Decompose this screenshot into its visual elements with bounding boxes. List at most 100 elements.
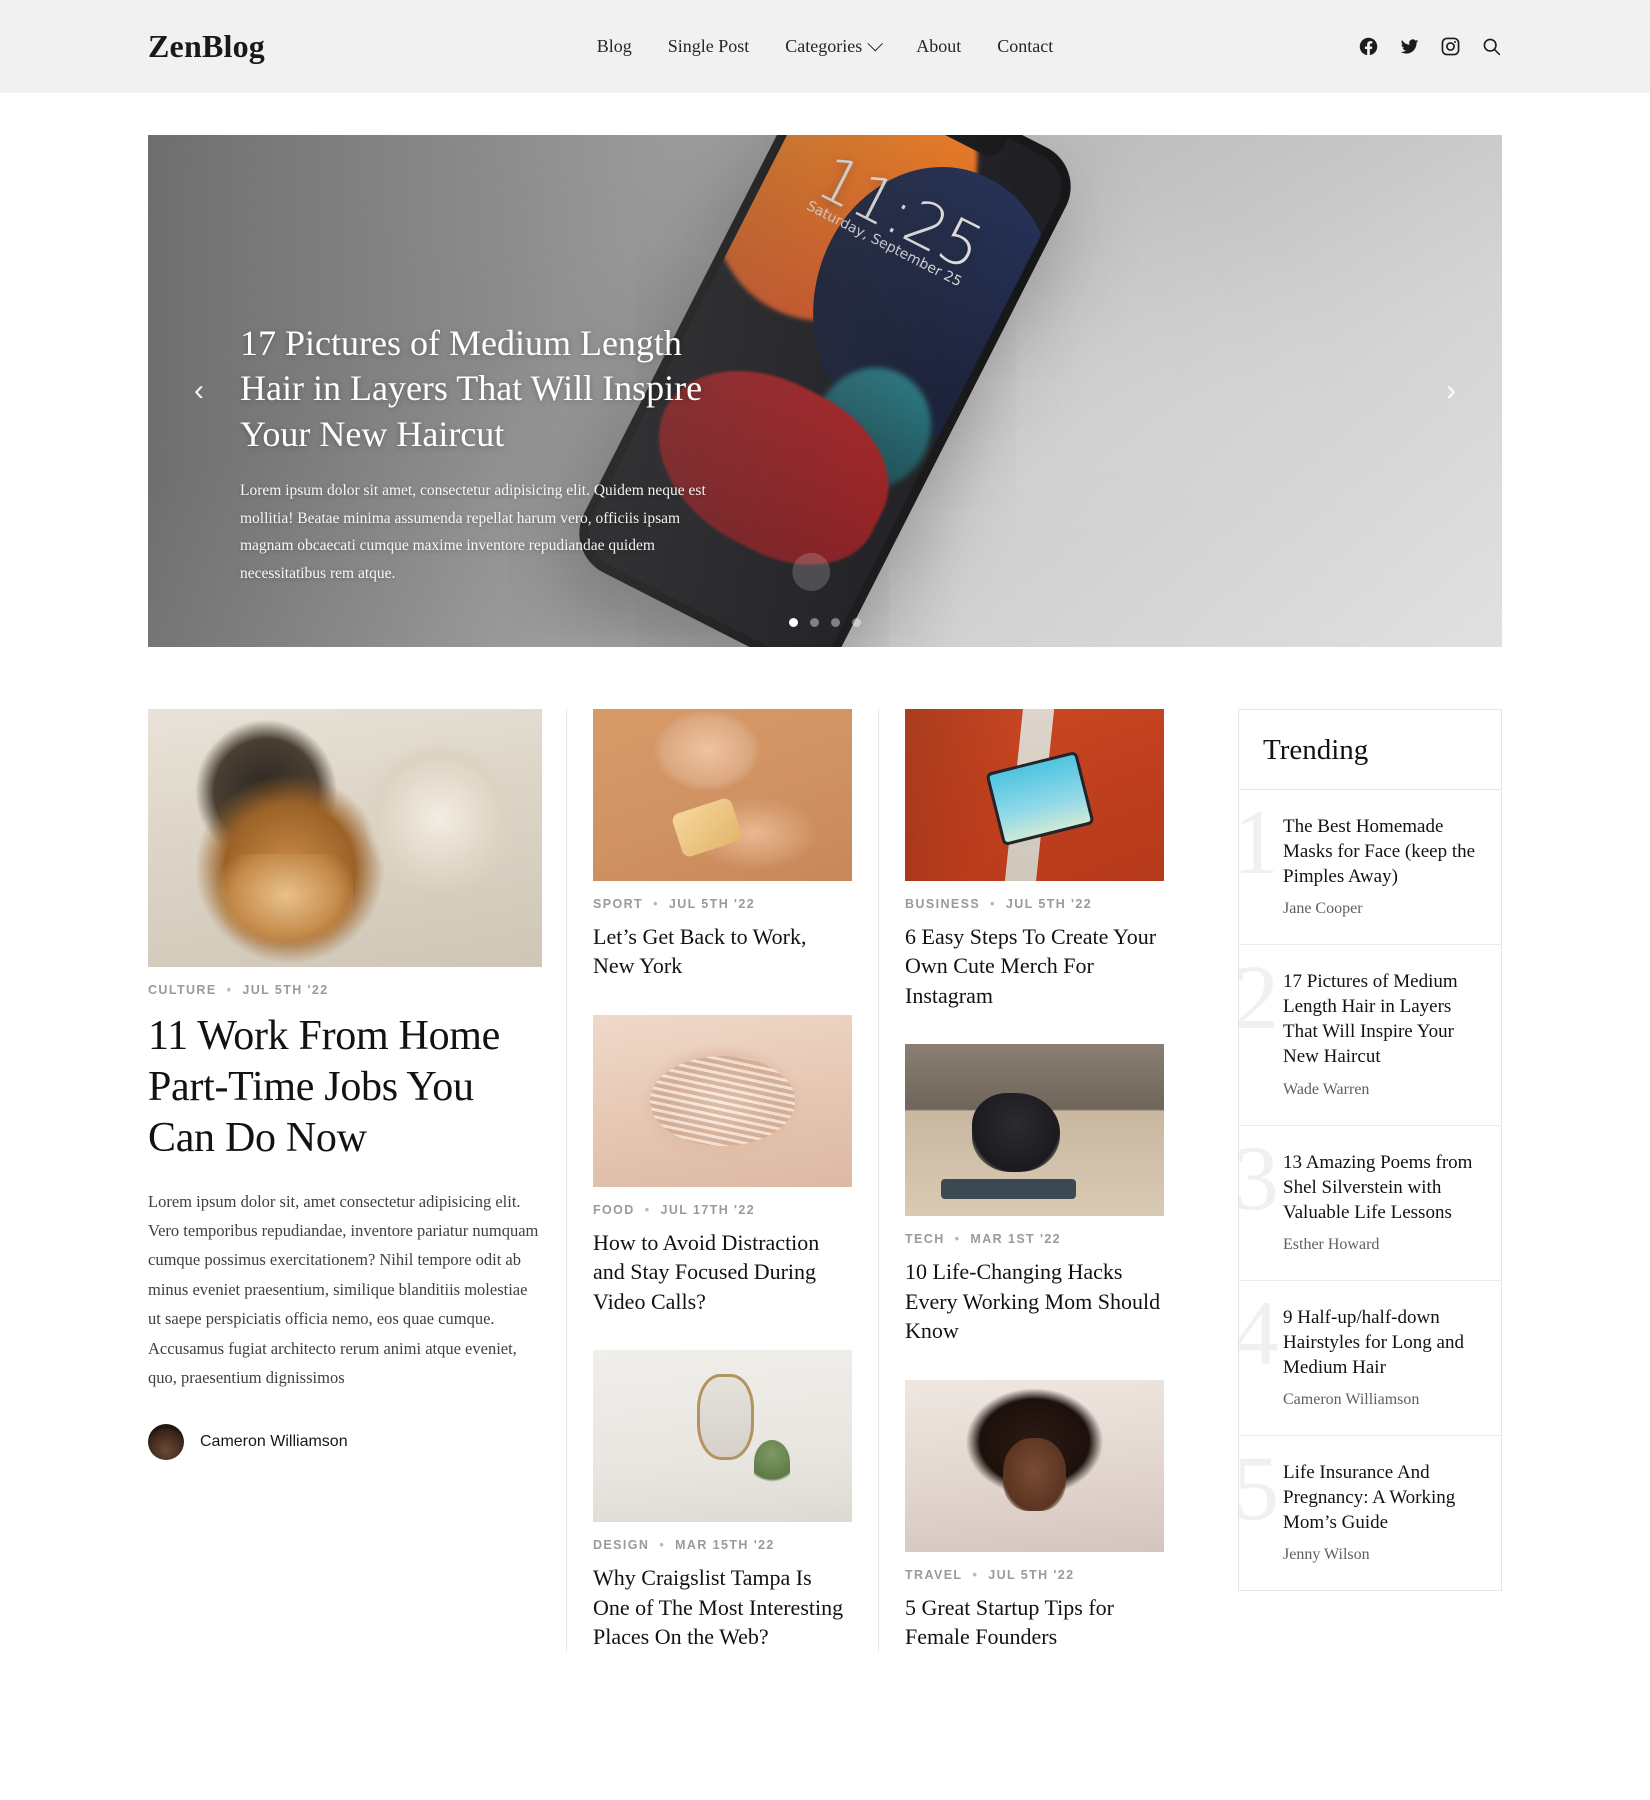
article-image[interactable] bbox=[905, 1044, 1164, 1217]
trending-panel: Trending 1 The Best Homemade Masks for F… bbox=[1238, 709, 1502, 1592]
article-card[interactable]: SPORT • JUL 5TH '22 Let’s Get Back to Wo… bbox=[593, 709, 852, 981]
date-label: JUL 5TH '22 bbox=[988, 1567, 1075, 1582]
nav-item-single-post[interactable]: Single Post bbox=[668, 36, 750, 57]
date-label: MAR 15TH '22 bbox=[675, 1538, 775, 1553]
article-title[interactable]: 10 Life-Changing Hacks Every Working Mom… bbox=[905, 1257, 1164, 1345]
nav-item-about[interactable]: About bbox=[916, 36, 961, 57]
meta-separator: • bbox=[644, 1202, 651, 1217]
article-card[interactable]: FOOD • JUL 17TH '22 How to Avoid Distrac… bbox=[593, 1014, 852, 1316]
date-label: JUL 5TH '22 bbox=[668, 897, 756, 911]
nav-label: Contact bbox=[997, 36, 1054, 56]
article-title[interactable]: 5 Great Startup Tips for Female Founders bbox=[905, 1593, 1164, 1652]
hero-content: 17 Pictures of Medium Length Hair in Lay… bbox=[240, 321, 710, 587]
nav-item-blog[interactable]: Blog bbox=[597, 36, 632, 57]
meta-separator: • bbox=[226, 983, 233, 997]
date-label: JUL 17TH '22 bbox=[660, 1202, 756, 1217]
carousel-next-button[interactable]: › bbox=[1446, 376, 1456, 406]
search-icon[interactable] bbox=[1481, 36, 1502, 57]
trending-item[interactable]: 3 13 Amazing Poems from Shel Silverstein… bbox=[1239, 1126, 1501, 1281]
chevron-down-icon bbox=[866, 35, 883, 52]
trending-item-title[interactable]: 13 Amazing Poems from Shel Silverstein w… bbox=[1283, 1150, 1477, 1225]
nav-item-categories[interactable]: Categories bbox=[785, 35, 883, 57]
trending-item-title[interactable]: The Best Homemade Masks for Face (keep t… bbox=[1283, 814, 1477, 889]
article-title[interactable]: How to Avoid Distraction and Stay Focuse… bbox=[593, 1228, 852, 1316]
nav-label: Single Post bbox=[667, 36, 750, 56]
hero-carousel-section: 11:25 Saturday, September 25 17 Pictures… bbox=[0, 93, 1650, 647]
feature-article-image[interactable] bbox=[148, 709, 542, 967]
twitter-icon[interactable] bbox=[1399, 36, 1420, 57]
article-image[interactable] bbox=[593, 709, 852, 881]
article-image[interactable] bbox=[593, 1014, 852, 1187]
header-actions bbox=[1358, 36, 1502, 57]
carousel-dots bbox=[789, 618, 861, 627]
trending-item-author: Jane Cooper bbox=[1283, 900, 1363, 918]
meta-separator: • bbox=[653, 897, 659, 911]
category-label[interactable]: CULTURE bbox=[148, 983, 217, 997]
trending-item-title[interactable]: Life Insurance And Pregnancy: A Working … bbox=[1283, 1460, 1477, 1535]
carousel-dot-1[interactable] bbox=[789, 618, 798, 627]
feature-article-card[interactable]: CULTURE • JUL 5TH '22 11 Work From Home … bbox=[148, 709, 542, 1461]
category-label[interactable]: TRAVEL bbox=[905, 1568, 962, 1582]
article-meta: BUSINESS • JUL 5TH '22 bbox=[905, 897, 1164, 911]
article-meta: DESIGN • MAR 15TH '22 bbox=[593, 1538, 852, 1552]
article-card[interactable]: TECH • MAR 1ST '22 10 Life-Changing Hack… bbox=[905, 1044, 1164, 1345]
main-navigation: Blog Single Post Categories About Contac… bbox=[597, 35, 1053, 57]
category-label[interactable]: BUSINESS bbox=[905, 897, 980, 911]
carousel-dot-3[interactable] bbox=[831, 618, 840, 627]
article-image[interactable] bbox=[905, 1379, 1164, 1552]
hero-description: Lorem ipsum dolor sit amet, consectetur … bbox=[240, 482, 706, 582]
instagram-icon[interactable] bbox=[1440, 36, 1461, 57]
hero-title[interactable]: 17 Pictures of Medium Length Hair in Lay… bbox=[240, 321, 710, 457]
category-label[interactable]: TECH bbox=[905, 1232, 945, 1246]
facebook-icon[interactable] bbox=[1358, 36, 1379, 57]
trending-item[interactable]: 5 Life Insurance And Pregnancy: A Workin… bbox=[1239, 1436, 1501, 1590]
trending-item-author: Jenny Wilson bbox=[1283, 1546, 1370, 1564]
meta-separator: • bbox=[990, 897, 996, 911]
trending-item[interactable]: 1 The Best Homemade Masks for Face (keep… bbox=[1239, 790, 1501, 946]
meta-separator: • bbox=[954, 1232, 961, 1247]
nav-item-contact[interactable]: Contact bbox=[997, 36, 1053, 57]
trending-header: Trending bbox=[1239, 710, 1501, 790]
middle-column: SPORT • JUL 5TH '22 Let’s Get Back to Wo… bbox=[566, 709, 878, 1652]
trending-item-author: Cameron Williamson bbox=[1283, 1391, 1420, 1409]
trending-item[interactable]: 2 17 Pictures of Medium Length Hair in L… bbox=[1239, 945, 1501, 1126]
site-logo[interactable]: ZenBlog bbox=[148, 28, 265, 65]
feature-article-title[interactable]: 11 Work From Home Part-Time Jobs You Can… bbox=[148, 1011, 542, 1165]
nav-label: About bbox=[916, 36, 962, 56]
hero-carousel: 11:25 Saturday, September 25 17 Pictures… bbox=[148, 135, 1502, 647]
date-label: MAR 1ST '22 bbox=[970, 1232, 1062, 1247]
category-label[interactable]: DESIGN bbox=[593, 1538, 649, 1552]
article-image[interactable] bbox=[905, 709, 1164, 881]
article-card[interactable]: TRAVEL • JUL 5TH '22 5 Great Startup Tip… bbox=[905, 1379, 1164, 1652]
nav-label: Categories bbox=[785, 36, 863, 56]
nav-label: Blog bbox=[596, 36, 632, 56]
date-label: JUL 5TH '22 bbox=[242, 983, 329, 997]
category-label[interactable]: SPORT bbox=[593, 897, 643, 911]
article-title[interactable]: Let’s Get Back to Work, New York bbox=[593, 922, 852, 981]
trending-item[interactable]: 4 9 Half-up/half-down Hairstyles for Lon… bbox=[1239, 1281, 1501, 1437]
category-label[interactable]: FOOD bbox=[593, 1203, 635, 1217]
meta-separator: • bbox=[659, 1538, 666, 1553]
trending-item-title[interactable]: 17 Pictures of Medium Length Hair in Lay… bbox=[1283, 969, 1477, 1069]
main-content-grid: CULTURE • JUL 5TH '22 11 Work From Home … bbox=[0, 647, 1650, 1652]
feature-article-meta: CULTURE • JUL 5TH '22 bbox=[148, 983, 542, 997]
feature-article-byline[interactable]: Cameron Williamson bbox=[148, 1424, 542, 1461]
carousel-prev-button[interactable]: ‹ bbox=[194, 376, 204, 406]
trending-item-title[interactable]: 9 Half-up/half-down Hairstyles for Long … bbox=[1283, 1305, 1477, 1380]
carousel-dot-2[interactable] bbox=[810, 618, 819, 627]
article-card[interactable]: BUSINESS • JUL 5TH '22 6 Easy Steps To C… bbox=[905, 709, 1164, 1010]
article-meta: TECH • MAR 1ST '22 bbox=[905, 1232, 1164, 1246]
trending-item-author: Wade Warren bbox=[1283, 1080, 1370, 1098]
article-title[interactable]: 6 Easy Steps To Create Your Own Cute Mer… bbox=[905, 922, 1164, 1010]
article-title[interactable]: Why Craigslist Tampa Is One of The Most … bbox=[593, 1563, 852, 1651]
article-image[interactable] bbox=[593, 1350, 852, 1523]
article-meta: SPORT • JUL 5TH '22 bbox=[593, 897, 852, 911]
carousel-dot-4[interactable] bbox=[852, 618, 861, 627]
date-label: JUL 5TH '22 bbox=[1005, 897, 1093, 911]
trending-title: Trending bbox=[1263, 734, 1369, 766]
article-meta: FOOD • JUL 17TH '22 bbox=[593, 1203, 852, 1217]
site-header: ZenBlog Blog Single Post Categories Abou… bbox=[0, 0, 1650, 93]
article-card[interactable]: DESIGN • MAR 15TH '22 Why Craigslist Tam… bbox=[593, 1350, 852, 1651]
feature-column: CULTURE • JUL 5TH '22 11 Work From Home … bbox=[148, 709, 566, 1652]
right-article-column: BUSINESS • JUL 5TH '22 6 Easy Steps To C… bbox=[878, 709, 1190, 1652]
